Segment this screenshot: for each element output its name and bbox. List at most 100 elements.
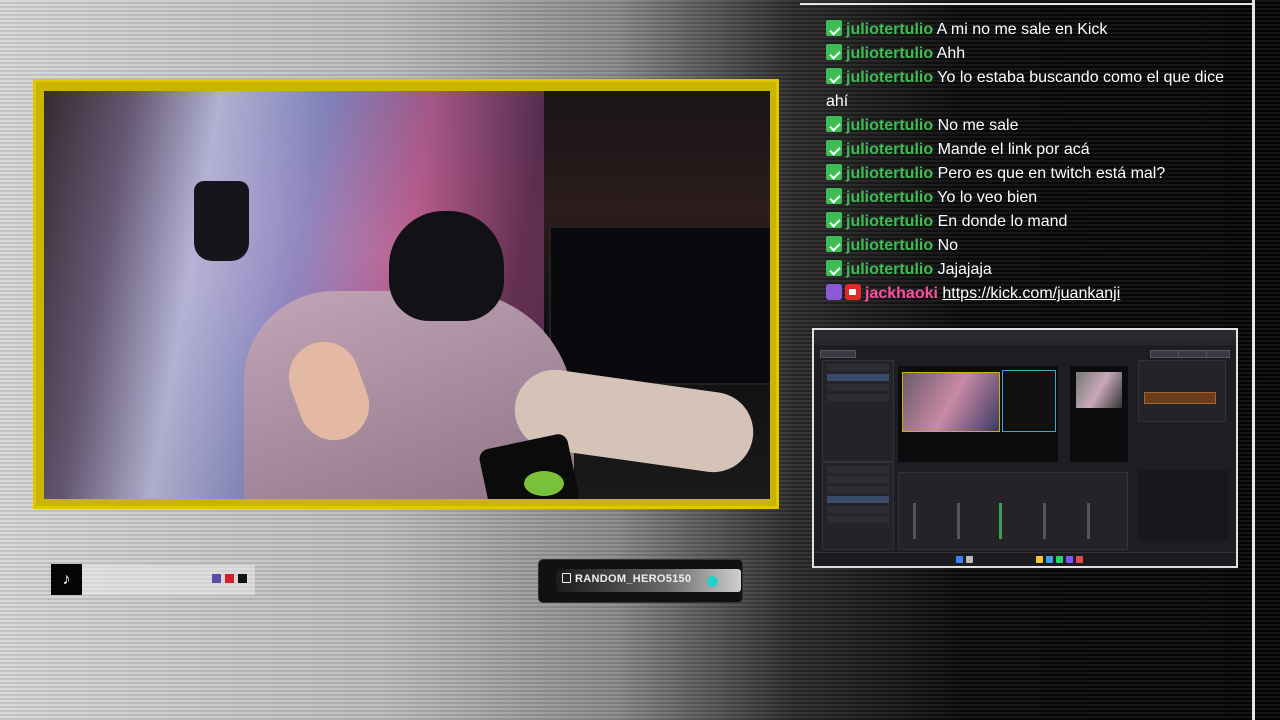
person-head (389, 211, 504, 321)
chat-username: juliotertulio (846, 141, 934, 158)
obs-button (1178, 350, 1208, 358)
obs-source-item (827, 506, 889, 513)
chat-message: juliotertulio Ahh (826, 42, 1236, 66)
obs-preview (898, 366, 1058, 462)
obs-program (1070, 366, 1128, 462)
taskbar-icon (1046, 556, 1053, 563)
taskbar-icon (956, 556, 963, 563)
obs-scene-item (827, 384, 889, 391)
check-badge-icon (826, 188, 842, 204)
color-square (238, 574, 247, 583)
chat-text: En donde lo mand (937, 213, 1068, 230)
color-square (212, 574, 221, 583)
taskbar-icon (1066, 556, 1073, 563)
chat-overlay: juliotertulio A mi no me sale en Kick ju… (826, 18, 1236, 306)
obs-button (1206, 350, 1230, 358)
obs-fader (913, 503, 916, 539)
obs-scenes-panel (822, 360, 894, 462)
tiktok-icon: ♪ (51, 564, 82, 595)
check-badge-icon (826, 44, 842, 60)
chat-message: jackhaoki https://kick.com/juankanji (826, 282, 1236, 306)
chat-link[interactable]: https://kick.com/juankanji (942, 285, 1120, 302)
check-badge-icon (826, 116, 842, 132)
check-badge-icon (826, 164, 842, 180)
chat-username: juliotertulio (846, 237, 934, 254)
taskbar-icon (966, 556, 973, 563)
obs-button (820, 350, 856, 358)
check-badge-icon (826, 260, 842, 276)
obs-controls-panel (1138, 360, 1226, 422)
purple-badge-icon (826, 284, 842, 300)
taskbar-icon (1036, 556, 1043, 563)
check-badge-icon (826, 140, 842, 156)
chat-username: juliotertulio (846, 189, 934, 206)
obs-source-item (827, 516, 889, 523)
chat-message: juliotertulio A mi no me sale en Kick (826, 18, 1236, 42)
taskbar-icon (1056, 556, 1063, 563)
obs-program-image (1076, 372, 1122, 408)
obs-preview-webcam (902, 372, 1000, 432)
chat-message: juliotertulio Jajajaja (826, 258, 1236, 282)
obs-scene-item (827, 364, 889, 371)
chat-text: Jajajaja (937, 261, 992, 278)
chat-username: juliotertulio (846, 261, 934, 278)
chat-text: No me sale (937, 117, 1019, 134)
chat-message: juliotertulio No me sale (826, 114, 1236, 138)
obs-menubar (814, 338, 1236, 345)
chat-message: juliotertulio En donde lo mand (826, 210, 1236, 234)
chat-username: jackhaoki (865, 285, 938, 302)
obs-screen-capture (812, 328, 1238, 568)
obs-source-item (827, 496, 889, 503)
obs-fader (957, 503, 960, 539)
obs-sources-panel (822, 462, 894, 550)
frame-line-right (1252, 0, 1255, 720)
check-badge-icon (826, 236, 842, 252)
taskbar-icon (1076, 556, 1083, 563)
obs-fader (999, 503, 1002, 539)
chat-message: juliotertulio Yo lo estaba buscando como… (826, 66, 1236, 114)
obs-audio-mixer (898, 472, 1128, 550)
chat-username: juliotertulio (846, 165, 934, 182)
chat-text: Ahh (936, 45, 966, 62)
obs-source-item (827, 476, 889, 483)
chat-text: Mande el link por acá (937, 141, 1090, 158)
obs-scene-item (827, 394, 889, 401)
chat-message: juliotertulio No (826, 234, 1236, 258)
monitor (549, 226, 770, 385)
chat-username: juliotertulio (846, 69, 934, 86)
obs-preview-chat (1002, 370, 1056, 432)
chat-message: juliotertulio Pero es que en twitch está… (826, 162, 1236, 186)
twitch-handle: RANDOM_HERO5150 (562, 573, 691, 585)
live-dot (707, 576, 718, 587)
chat-username: juliotertulio (846, 117, 934, 134)
webcam-feed (44, 91, 770, 499)
chat-text: Yo lo veo bien (937, 189, 1038, 206)
microphone-light (524, 471, 564, 496)
chat-username: juliotertulio (846, 213, 934, 230)
frame-line-top (800, 3, 1255, 5)
chat-text: Pero es que en twitch está mal? (937, 165, 1166, 182)
twitch-handle-text: RANDOM_HERO5150 (575, 573, 692, 585)
obs-warning-box (1144, 392, 1216, 404)
obs-button (1150, 350, 1180, 358)
check-badge-icon (826, 68, 842, 84)
obs-taskbar (814, 552, 1236, 566)
obs-titlebar (814, 330, 1236, 338)
check-badge-icon (826, 20, 842, 36)
obs-fader (1087, 503, 1090, 539)
chat-text: A mi no me sale en Kick (936, 21, 1108, 38)
twitch-icon (562, 573, 571, 583)
chat-text: No (937, 237, 959, 254)
video-badge-icon (845, 284, 861, 300)
chat-username: juliotertulio (846, 21, 934, 38)
obs-source-item (827, 466, 889, 473)
chat-message: juliotertulio Mande el link por acá (826, 138, 1236, 162)
obs-fader (1043, 503, 1046, 539)
chat-message: juliotertulio Yo lo veo bien (826, 186, 1236, 210)
color-square (225, 574, 234, 583)
obs-chat-panel (1138, 470, 1228, 540)
chat-username: juliotertulio (846, 45, 934, 62)
obs-source-item (827, 486, 889, 493)
hanging-bag (194, 181, 249, 261)
check-badge-icon (826, 212, 842, 228)
